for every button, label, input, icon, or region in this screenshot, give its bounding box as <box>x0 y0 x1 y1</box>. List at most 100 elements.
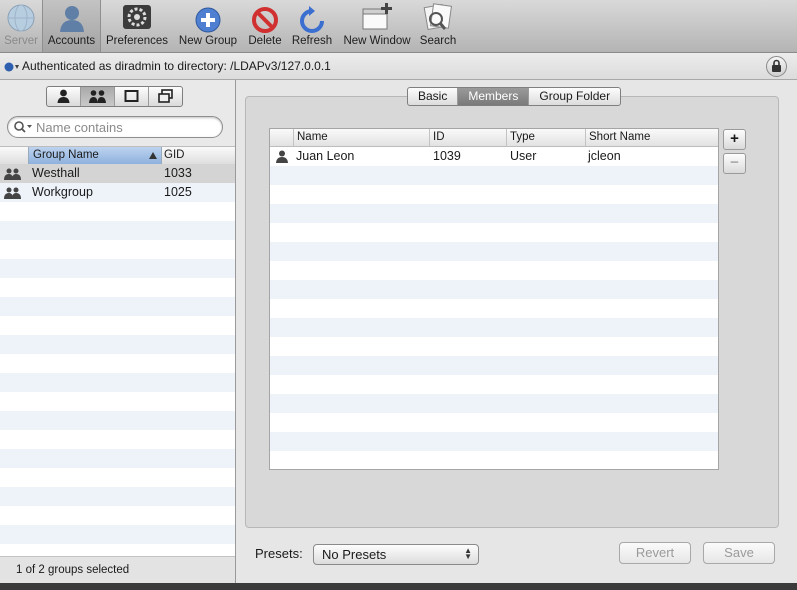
revert-button[interactable]: Revert <box>619 542 691 564</box>
accounts-icon <box>57 3 87 36</box>
members-table: Name ID Type Short Name Juan Leon 1039 U… <box>269 128 719 470</box>
tab-basic[interactable]: Basic <box>408 88 459 105</box>
empty-row <box>0 354 235 373</box>
accounts-list-pane: Group Name GID Westhall 1033 Workgroup 1… <box>0 80 236 584</box>
empty-row <box>0 449 235 468</box>
empty-row <box>0 335 235 354</box>
toolbar-refresh-button[interactable]: Refresh <box>289 0 335 52</box>
column-header-short-name[interactable]: Short Name <box>585 129 717 146</box>
empty-row <box>270 318 718 337</box>
empty-row <box>0 468 235 487</box>
delete-icon <box>250 3 280 36</box>
toolbar: Server Accounts Preferences New Group De… <box>0 0 797 53</box>
empty-row <box>270 185 718 204</box>
refresh-icon <box>297 3 327 36</box>
group-icon <box>4 187 21 199</box>
empty-row <box>270 432 718 451</box>
empty-row <box>270 337 718 356</box>
toolbar-preferences-button[interactable]: Preferences <box>103 0 171 52</box>
group-icon <box>4 168 21 180</box>
auth-status-text: Authenticated as diradmin to directory: … <box>22 59 331 73</box>
group-list-header: Group Name GID <box>0 146 235 165</box>
user-icon <box>57 89 70 103</box>
column-header-group-name[interactable]: Group Name <box>28 147 162 164</box>
selection-status-bar: 1 of 2 groups selected <box>0 556 235 584</box>
search-icon <box>422 3 454 36</box>
presets-popup[interactable]: No Presets ▲ ▼ <box>313 544 479 565</box>
empty-row <box>0 373 235 392</box>
auth-bar: Authenticated as diradmin to directory: … <box>0 53 797 80</box>
toolbar-accounts-button[interactable]: Accounts <box>42 0 101 52</box>
computer-group-icon <box>158 89 173 103</box>
members-panel: Name ID Type Short Name Juan Leon 1039 U… <box>245 96 779 528</box>
column-header-icon <box>270 129 292 146</box>
user-icon <box>276 150 288 163</box>
group-row[interactable]: Workgroup 1025 <box>0 183 235 202</box>
search-field <box>7 116 223 138</box>
lock-icon[interactable] <box>766 56 787 77</box>
members-table-header: Name ID Type Short Name <box>270 129 718 147</box>
presets-label: Presets: <box>255 546 303 561</box>
tab-members[interactable]: Members <box>458 88 530 105</box>
group-detail-pane: Basic Members Group Folder Name ID Type … <box>236 80 797 583</box>
list-controls <box>0 80 235 146</box>
toolbar-new-window-button[interactable]: New Window <box>340 0 414 52</box>
magnifier-icon[interactable] <box>13 120 33 134</box>
column-header-type[interactable]: Type <box>506 129 586 146</box>
members-list: Juan Leon 1039 User jcleon <box>270 147 718 470</box>
computers-tab[interactable] <box>115 87 149 106</box>
empty-row <box>270 223 718 242</box>
empty-row <box>270 261 718 280</box>
empty-row <box>270 280 718 299</box>
empty-row <box>270 242 718 261</box>
toolbar-delete-button[interactable]: Delete <box>244 0 286 52</box>
globe-icon <box>6 3 36 36</box>
empty-row <box>0 392 235 411</box>
empty-row <box>0 487 235 506</box>
empty-row <box>270 166 718 185</box>
empty-row <box>0 525 235 544</box>
computer-groups-tab[interactable] <box>149 87 182 106</box>
toolbar-search-button[interactable]: Search <box>417 0 459 52</box>
users-tab[interactable] <box>47 87 81 106</box>
save-button[interactable]: Save <box>703 542 775 564</box>
search-input[interactable] <box>34 118 218 136</box>
add-member-button[interactable]: + <box>723 129 746 150</box>
computer-icon <box>124 90 139 102</box>
column-header-gid[interactable]: GID <box>164 149 184 161</box>
empty-row <box>0 240 235 259</box>
empty-row <box>270 394 718 413</box>
toolbar-server-button[interactable]: Server <box>0 0 42 52</box>
empty-row <box>0 506 235 525</box>
empty-row <box>0 259 235 278</box>
popup-arrows-icon: ▲ ▼ <box>464 546 472 561</box>
window-bottom-edge <box>0 583 797 590</box>
empty-row <box>270 299 718 318</box>
remove-member-button[interactable]: − <box>723 153 746 174</box>
empty-row <box>270 356 718 375</box>
empty-row <box>270 204 718 223</box>
account-type-selector <box>46 86 183 107</box>
selection-status-text: 1 of 2 groups selected <box>16 564 130 576</box>
groups-tab[interactable] <box>81 87 115 106</box>
empty-row <box>270 375 718 394</box>
group-row[interactable]: Westhall 1033 <box>0 164 235 183</box>
tab-group-folder[interactable]: Group Folder <box>529 88 620 105</box>
detail-tabs: Basic Members Group Folder <box>407 87 622 106</box>
empty-row <box>0 221 235 240</box>
directory-globe-icon[interactable] <box>4 61 20 75</box>
toolbar-new-group-button[interactable]: New Group <box>175 0 241 52</box>
column-header-name[interactable]: Name <box>293 129 429 146</box>
member-row[interactable]: Juan Leon 1039 User jcleon <box>270 147 718 166</box>
new-window-icon <box>361 3 393 36</box>
group-icon <box>89 90 106 103</box>
empty-row <box>0 202 235 221</box>
sort-ascending-icon <box>149 152 157 159</box>
plus-circle-icon <box>193 3 223 36</box>
group-list: Westhall 1033 Workgroup 1025 <box>0 164 235 563</box>
empty-row <box>270 413 718 432</box>
preferences-icon <box>122 3 152 34</box>
empty-row <box>0 430 235 449</box>
column-header-id[interactable]: ID <box>429 129 506 146</box>
empty-row <box>0 316 235 335</box>
